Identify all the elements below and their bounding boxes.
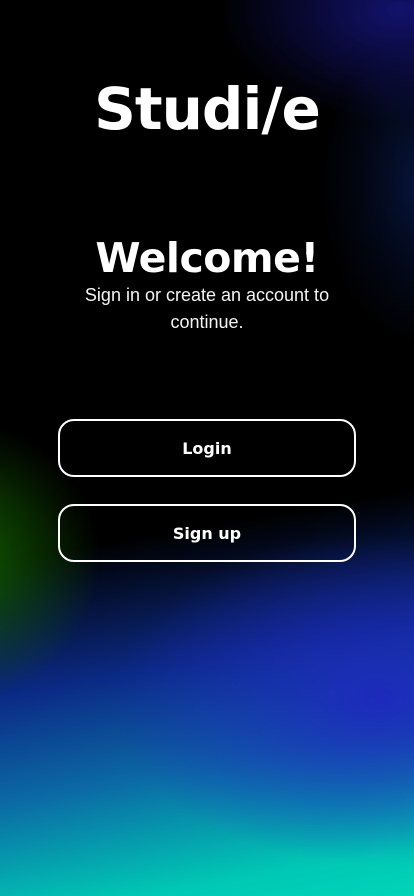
welcome-subtitle: Sign in or create an account to continue… [84, 285, 330, 332]
signup-button[interactable]: Sign up [58, 504, 356, 562]
login-button[interactable]: Login [58, 419, 356, 477]
welcome-screen: Studi/e Welcome! Sign in or create an ac… [0, 0, 414, 896]
welcome-title: Welcome! [95, 234, 319, 282]
signup-button-label: Sign up [172, 523, 242, 543]
login-button-label: Login [182, 438, 232, 458]
app-logo: Studi/e [94, 75, 321, 143]
